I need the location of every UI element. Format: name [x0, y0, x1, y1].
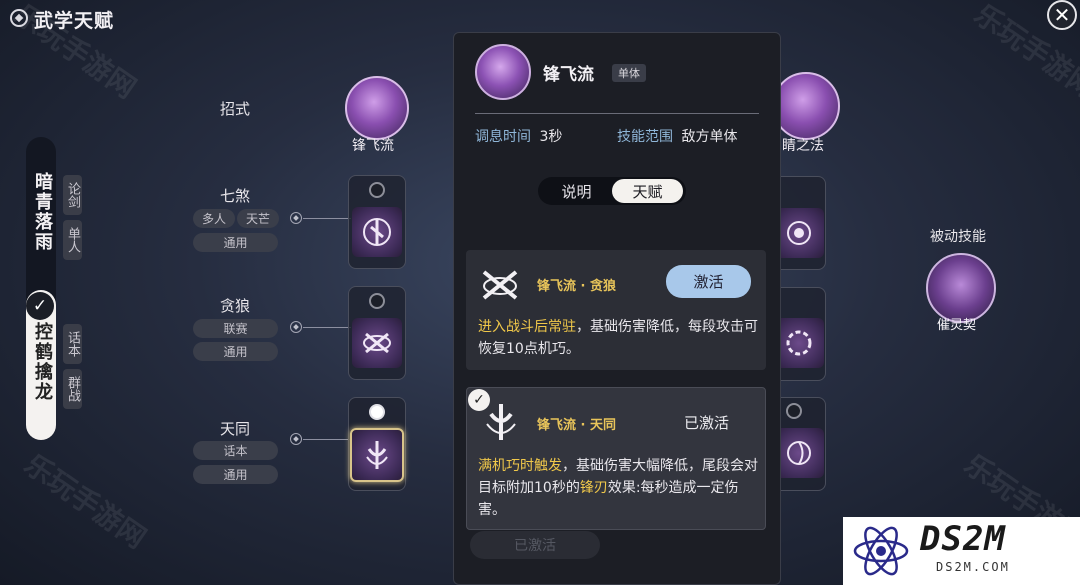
talent-keyword: 锋刃	[579, 480, 608, 496]
passive-skill-label: 被动技能	[930, 229, 986, 245]
talent-trigger: 满机巧时触发	[478, 458, 562, 474]
range-label: 技能范围	[617, 129, 673, 145]
target-badge: 单体	[612, 64, 646, 82]
row-tag: 通用	[193, 233, 278, 252]
tab-description[interactable]: 说明	[541, 179, 612, 203]
tab-talent[interactable]: 天赋	[612, 179, 683, 203]
logo-subtext: DS2M.COM	[936, 560, 1010, 574]
talent-title: 锋飞流 · 天同	[537, 418, 616, 433]
activate-button[interactable]: 激活	[666, 265, 751, 298]
talent-icon[interactable]	[774, 428, 824, 478]
atom-logo-icon	[853, 526, 909, 576]
row-tag: 通用	[193, 342, 278, 361]
node-icon	[290, 212, 302, 224]
tanlang-icon	[476, 260, 524, 308]
activated-button-faded: 已激活	[470, 531, 600, 559]
talent-trigger: 进入战斗后常驻	[478, 319, 576, 335]
school-tag: 群战	[63, 369, 82, 409]
school-item-anqingluoyu[interactable]: 暗青落雨	[29, 172, 55, 252]
node-icon	[290, 433, 302, 445]
row-tag: 天芒	[237, 209, 279, 228]
tiantong-talent-icon[interactable]	[350, 428, 404, 482]
check-icon: ✓	[26, 292, 54, 320]
talent-title: 锋飞流 · 贪狼	[537, 279, 616, 294]
connector-line	[303, 439, 351, 440]
cooldown-label: 调息时间	[475, 129, 531, 145]
talent-radio[interactable]	[369, 182, 385, 198]
row-tag: 联赛	[193, 319, 278, 338]
skill-orb-fengfeiliu[interactable]	[345, 76, 409, 140]
tiantong-icon	[477, 398, 525, 446]
row-label-tanlang: 贪狼	[220, 297, 251, 315]
talent-description: 满机巧时触发，基础伤害大幅降低，尾段会对目标附加10秒的锋刃效果:每秒造成一定伤…	[478, 455, 760, 521]
talent-icon[interactable]	[774, 318, 824, 368]
row-tag: 多人	[193, 209, 235, 228]
row-tag: 话本	[193, 441, 278, 460]
school-item-kongheqinlong[interactable]: 控鹤擒龙	[29, 322, 55, 402]
skill-name: 锋飞流	[543, 65, 594, 85]
passive-skill-orb[interactable]	[926, 253, 996, 323]
passive-skill-name: 催灵契	[937, 318, 977, 333]
talent-radio[interactable]	[786, 403, 802, 419]
watermark: 乐玩手游网	[18, 447, 152, 555]
row-tag: 通用	[193, 465, 278, 484]
tanlang-talent-icon[interactable]	[352, 318, 402, 368]
qisha-talent-icon[interactable]	[352, 207, 402, 257]
skill-label: 锋飞流	[352, 138, 394, 154]
row-label-tiantong: 天同	[220, 420, 251, 438]
talent-radio-selected[interactable]	[369, 404, 385, 420]
activated-status: 已激活	[684, 414, 730, 432]
close-icon: ✕	[1053, 3, 1071, 27]
connector-line	[303, 218, 351, 219]
logo-text: DS2M	[920, 519, 1006, 559]
talent-description: 进入战斗后常驻，基础伤害降低，每段攻击可恢复10点机巧。	[478, 316, 758, 360]
connector-line	[303, 327, 351, 328]
row-label-qisha: 七煞	[220, 187, 251, 205]
school-tag: 话本	[63, 324, 82, 364]
talent-radio[interactable]	[369, 293, 385, 309]
row-header-label: 招式	[220, 100, 251, 118]
cooldown-value: 3秒	[539, 129, 563, 145]
divider	[475, 113, 759, 114]
talent-icon[interactable]	[774, 208, 824, 258]
close-button[interactable]: ✕	[1047, 0, 1077, 30]
fengfeiliu-skill-icon	[475, 44, 531, 100]
node-icon	[290, 321, 302, 333]
school-tag: 论剑	[63, 175, 82, 215]
skill-orb-right[interactable]	[772, 72, 840, 140]
skill-label: 睛之法	[782, 138, 824, 154]
school-tag: 单人	[63, 220, 82, 260]
range-value: 敌方单体	[681, 129, 738, 145]
desc-talent-toggle: 说明 天赋	[538, 177, 686, 205]
